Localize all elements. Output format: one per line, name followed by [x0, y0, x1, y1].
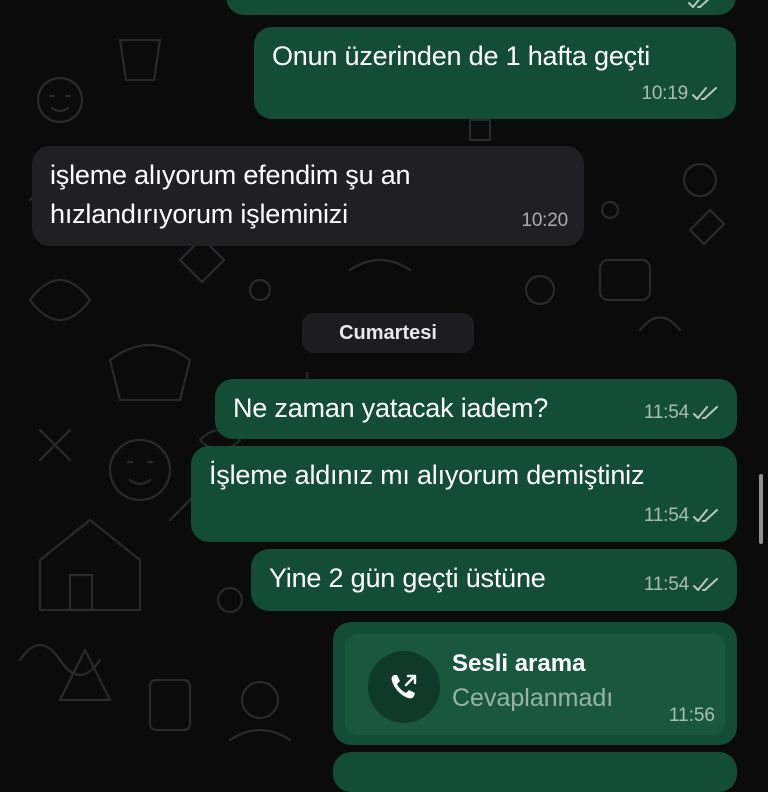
message-time: 10:20 — [521, 210, 568, 231]
call-time: 11:56 — [668, 705, 715, 726]
message-meta: 11:54 — [644, 396, 721, 430]
call-status: Cevaplanmadı — [452, 684, 614, 712]
message-text: İşleme aldınız mı alıyorum demiştiniz — [209, 460, 645, 490]
message-text: Ne zaman yatacak iadem? — [233, 393, 549, 423]
message-text: Onun üzerinden de 1 hafta geçti — [272, 41, 651, 71]
read-ticks-icon — [692, 87, 717, 100]
message-bubble-outgoing[interactable]: İşleme aldınız mı alıyorum demiştiniz 11… — [191, 446, 737, 542]
message-text-line-1: işleme alıyorum efendim şu an — [50, 160, 411, 190]
message-bubble-outgoing[interactable]: Ne zaman yatacak iadem? 11:54 — [215, 379, 737, 439]
message-bubble-outgoing[interactable]: Yine 2 gün geçti üstüne 11:54 — [251, 549, 737, 611]
message-text-line-2: hızlandırıyorum işleminizi — [50, 199, 348, 229]
message-bubble-outgoing[interactable]: Onun üzerinden de 1 hafta geçti 10:19 — [254, 27, 736, 119]
message-text: Yine 2 gün geçti üstüne — [269, 563, 546, 593]
call-info-card[interactable]: Sesli arama Cevaplanmadı 11:56 — [345, 634, 725, 735]
scrollbar-thumb[interactable] — [759, 474, 763, 544]
read-ticks-icon — [688, 0, 710, 8]
message-meta: 10:19 — [641, 77, 720, 111]
message-meta: 10:20 — [521, 204, 568, 238]
message-meta — [688, 0, 716, 9]
message-bubble-partial[interactable] — [226, 0, 736, 15]
message-time: 11:54 — [643, 505, 689, 526]
message-time: 11:54 — [643, 402, 689, 423]
outgoing-call-icon — [368, 651, 440, 723]
message-meta: 11:54 — [644, 568, 721, 602]
read-ticks-icon — [693, 578, 718, 591]
message-meta: 11:54 — [644, 499, 721, 533]
date-separator: Cumartesi — [302, 313, 474, 353]
call-title: Sesli arama — [452, 650, 586, 677]
message-time: 10:19 — [641, 83, 688, 104]
read-ticks-icon — [693, 509, 718, 522]
voice-call-bubble[interactable]: Sesli arama Cevaplanmadı 11:56 — [333, 622, 737, 745]
message-bubble-incoming[interactable]: işleme alıyorum efendim şu an hızlandırı… — [32, 146, 584, 246]
message-bubble-partial[interactable] — [333, 752, 737, 792]
read-ticks-icon — [693, 406, 718, 419]
message-time: 11:54 — [643, 574, 689, 595]
